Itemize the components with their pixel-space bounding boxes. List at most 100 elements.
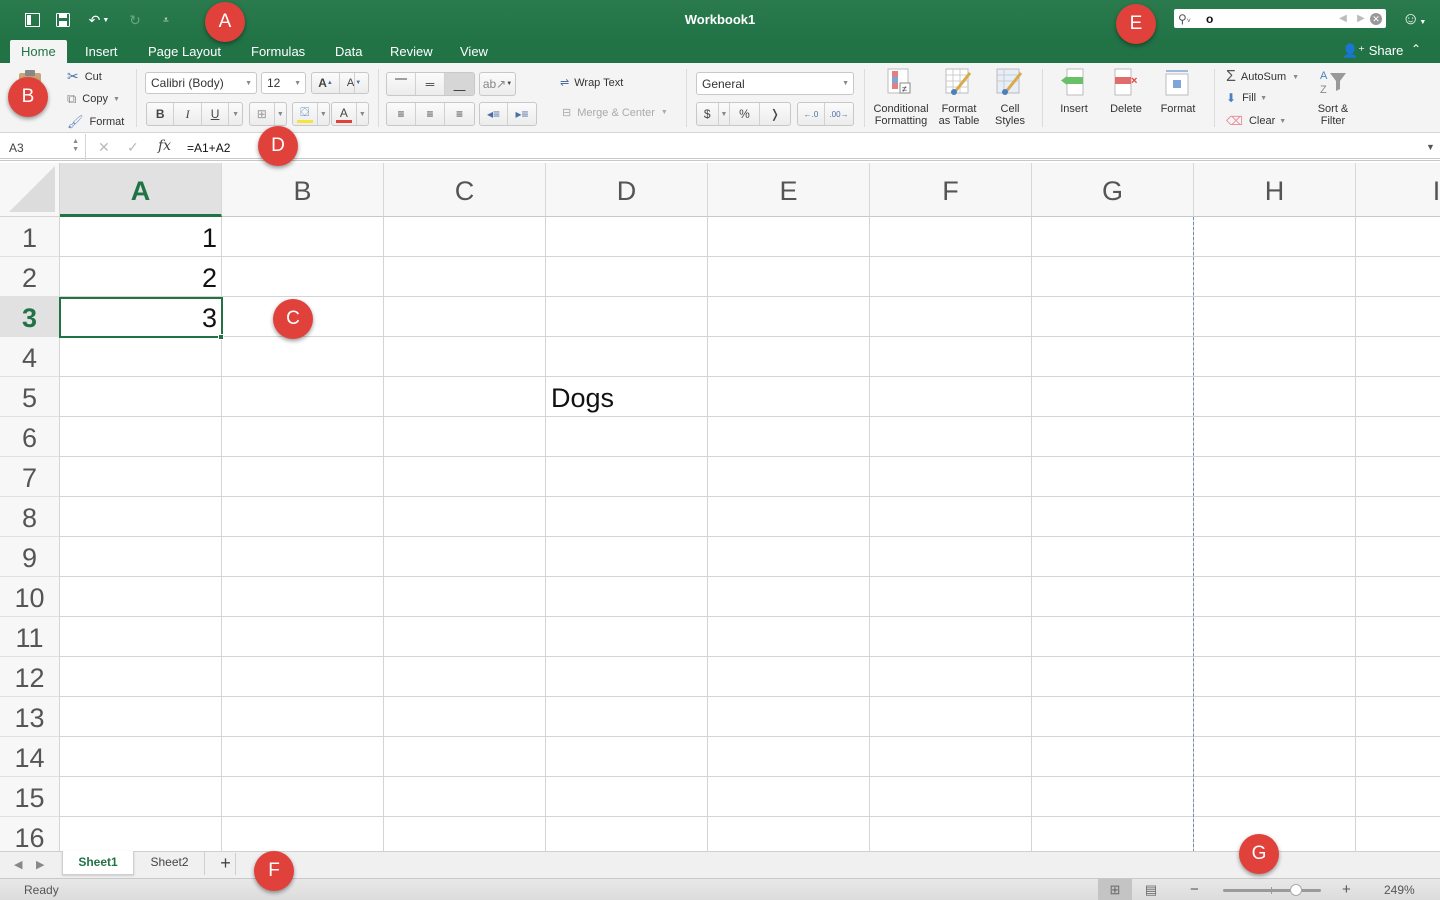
row-header-13[interactable]: 13	[0, 697, 60, 737]
column-header-b[interactable]: B	[222, 163, 384, 217]
search-box[interactable]: ⚲˅ o ◀ ▶ ✕	[1174, 9, 1386, 28]
underline-button[interactable]: U	[202, 103, 230, 125]
column-header-e[interactable]: E	[708, 163, 870, 217]
row-header-2[interactable]: 2	[0, 257, 60, 297]
worksheet-grid[interactable]: ABCDEFGHI 1 2 3 4 5 6 7 8 9 10 11 12 13 14 15 16 1 2 3 Dog…	[0, 163, 1440, 851]
align-right-button[interactable]: ≡	[445, 103, 474, 125]
font-color-button[interactable]: A	[332, 103, 357, 125]
tab-review[interactable]: Review	[379, 40, 444, 63]
page-layout-view-button[interactable]: ▤	[1134, 879, 1168, 900]
comma-style-button[interactable]: ❭	[760, 103, 790, 125]
align-bottom-button[interactable]: ⎽	[445, 73, 474, 95]
tab-insert[interactable]: Insert	[74, 40, 129, 63]
tab-home[interactable]: Home	[10, 40, 67, 63]
conditional-formatting-button[interactable]: ≠ Conditional Formatting	[872, 67, 930, 127]
align-top-button[interactable]: ⎺	[387, 73, 416, 95]
align-middle-button[interactable]: ═	[416, 73, 445, 95]
row-header-9[interactable]: 9	[0, 537, 60, 577]
merge-center-button[interactable]: ⊟ Merge & Center ▼	[562, 106, 668, 120]
search-next-icon[interactable]: ▶	[1352, 13, 1370, 24]
search-prev-icon[interactable]: ◀	[1334, 13, 1352, 24]
borders-button[interactable]: ⊞	[250, 103, 275, 125]
prev-sheet-icon[interactable]: ◀	[14, 858, 22, 871]
zoom-slider[interactable]	[1223, 884, 1321, 896]
tab-formulas[interactable]: Formulas	[240, 40, 316, 63]
fill-color-button[interactable]: ⛋	[293, 103, 318, 125]
cell-a2[interactable]: 2	[60, 257, 222, 297]
decrease-indent-button[interactable]: ◂≡	[480, 103, 509, 125]
row-header-10[interactable]: 10	[0, 577, 60, 617]
decrease-decimal-button[interactable]: .00→	[825, 103, 853, 125]
tab-page-layout[interactable]: Page Layout	[137, 40, 232, 63]
feedback-smiley-icon[interactable]: ☺▼	[1402, 9, 1426, 29]
zoom-slider-knob[interactable]	[1290, 884, 1303, 896]
expand-formula-bar-icon[interactable]: ▼	[1426, 142, 1435, 152]
row-header-15[interactable]: 15	[0, 777, 60, 817]
normal-view-button[interactable]: ⊞	[1098, 879, 1132, 900]
zoom-in-button[interactable]: +	[1342, 881, 1351, 898]
increase-font-button[interactable]: A ▲	[312, 73, 341, 93]
formula-input[interactable]: =A1+A2	[187, 141, 230, 155]
row-header-7[interactable]: 7	[0, 457, 60, 497]
save-icon[interactable]	[52, 10, 74, 30]
percent-button[interactable]: %	[730, 103, 760, 125]
sidebar-toggle-icon[interactable]	[21, 10, 43, 30]
add-sheet-button[interactable]: +	[216, 853, 236, 875]
cancel-formula-icon[interactable]: ✕	[98, 139, 110, 156]
column-header-f[interactable]: F	[870, 163, 1032, 217]
increase-decimal-button[interactable]: ←.0	[798, 103, 826, 125]
column-header-h[interactable]: H	[1194, 163, 1356, 217]
name-box-stepper[interactable]: ▲ ▼	[72, 138, 79, 154]
next-sheet-icon[interactable]: ▶	[36, 858, 44, 871]
italic-button[interactable]: I	[174, 103, 202, 125]
sheet-tab-sheet2[interactable]: Sheet2	[135, 851, 205, 875]
column-header-d[interactable]: D	[546, 163, 708, 217]
font-name-dropdown[interactable]: Calibri (Body) ▼	[145, 72, 257, 94]
select-all-button[interactable]	[0, 163, 60, 217]
orientation-button[interactable]: ab↗ ▼	[480, 73, 515, 95]
redo-icon[interactable]: ↻	[124, 10, 146, 30]
column-header-a[interactable]: A	[60, 163, 222, 217]
undo-icon[interactable]: ↶ ▼	[84, 10, 114, 30]
decrease-font-button[interactable]: A ▼	[340, 73, 368, 93]
row-header-11[interactable]: 11	[0, 617, 60, 657]
collapse-ribbon-icon[interactable]: ⌃	[1411, 42, 1421, 56]
borders-dropdown[interactable]: ▼	[275, 103, 286, 125]
tab-view[interactable]: View	[449, 40, 499, 63]
search-input[interactable]: o	[1194, 12, 1334, 26]
row-header-12[interactable]: 12	[0, 657, 60, 697]
row-header-6[interactable]: 6	[0, 417, 60, 457]
row-header-16[interactable]: 16	[0, 817, 60, 851]
row-header-5[interactable]: 5	[0, 377, 60, 417]
format-painter-button[interactable]: 🖌 Format	[67, 114, 124, 130]
currency-dropdown[interactable]: ▼	[719, 103, 731, 125]
currency-button[interactable]: $	[697, 103, 719, 125]
format-as-table-button[interactable]: Format as Table	[934, 67, 984, 127]
sort-filter-button[interactable]: AZ Sort & Filter	[1310, 67, 1356, 127]
sheet-tab-sheet1[interactable]: Sheet1	[62, 851, 134, 875]
row-header-8[interactable]: 8	[0, 497, 60, 537]
row-header-14[interactable]: 14	[0, 737, 60, 777]
autosum-button[interactable]: Σ AutoSum ▼	[1226, 68, 1299, 86]
insert-cells-button[interactable]: Insert	[1052, 67, 1096, 115]
delete-cells-button[interactable]: × Delete	[1104, 67, 1148, 115]
name-box[interactable]: A3 ▲ ▼	[0, 134, 86, 160]
fill-handle[interactable]	[218, 334, 224, 340]
align-left-button[interactable]: ≡	[387, 103, 416, 125]
cut-button[interactable]: ✂ Cut	[67, 68, 102, 85]
tab-data[interactable]: Data	[324, 40, 373, 63]
align-center-button[interactable]: ≡	[416, 103, 445, 125]
underline-dropdown[interactable]: ▼	[229, 103, 242, 125]
fill-button[interactable]: ⬇ Fill ▼	[1226, 91, 1267, 105]
column-header-g[interactable]: G	[1032, 163, 1194, 217]
clear-button[interactable]: ⌫ Clear ▼	[1226, 114, 1286, 128]
confirm-formula-icon[interactable]: ✓	[127, 139, 139, 156]
wrap-text-button[interactable]: ⇌ Wrap Text	[560, 76, 623, 90]
cell-a1[interactable]: 1	[60, 217, 222, 257]
cell-d5[interactable]: Dogs	[546, 377, 870, 417]
cell-styles-button[interactable]: Cell Styles	[988, 67, 1032, 127]
customize-toolbar-icon[interactable]: ⩡	[155, 10, 177, 30]
copy-button[interactable]: ⧉ Copy ▼	[67, 91, 120, 107]
column-header-c[interactable]: C	[384, 163, 546, 217]
number-format-dropdown[interactable]: General ▼	[696, 72, 854, 95]
